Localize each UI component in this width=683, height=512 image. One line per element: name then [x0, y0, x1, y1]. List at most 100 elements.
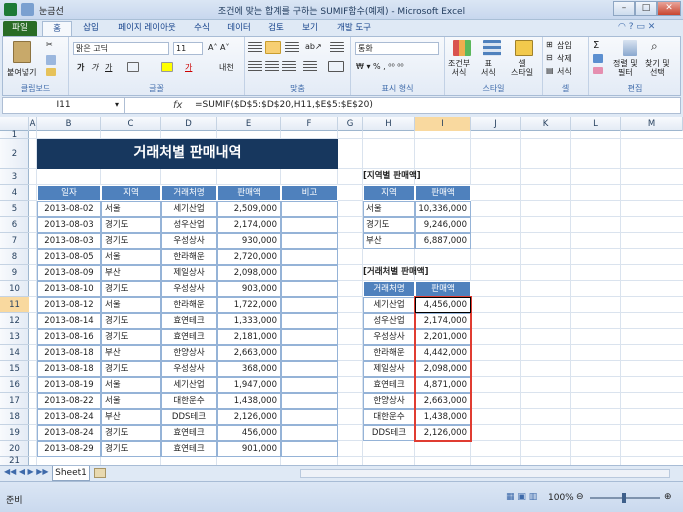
client-summary-title[interactable]: [거래처별 판매액]	[363, 265, 471, 281]
help-icon[interactable]: ◠ ? ▭ ✕	[618, 22, 655, 32]
main-cell-amount[interactable]: 2,663,000	[217, 345, 281, 361]
region-cell-name[interactable]: 경기도	[363, 217, 415, 233]
client-cell-name[interactable]: DDS테크	[363, 425, 415, 441]
main-cell-note[interactable]	[281, 425, 338, 441]
horizontal-scrollbar[interactable]	[300, 469, 670, 478]
format-as-table-button[interactable]: 표 서식	[481, 59, 496, 77]
minimize-button[interactable]: –	[613, 1, 635, 16]
main-cell-amount[interactable]: 1,722,000	[217, 297, 281, 313]
main-cell-note[interactable]	[281, 265, 338, 281]
main-cell-amount[interactable]: 2,098,000	[217, 265, 281, 281]
row-header-4[interactable]: 4	[0, 185, 29, 201]
row-header-20[interactable]: 20	[0, 441, 29, 457]
main-cell-date[interactable]: 2013-08-29	[37, 441, 101, 457]
main-cell-note[interactable]	[281, 361, 338, 377]
region-cell-amount[interactable]: 9,246,000	[415, 217, 471, 233]
main-cell-region[interactable]: 경기도	[101, 329, 161, 345]
name-box-dropdown-icon[interactable]: ▾	[115, 100, 119, 109]
report-title[interactable]: 거래처별 판매내역	[37, 139, 338, 169]
column-header-f[interactable]: F	[281, 117, 338, 131]
main-table-header[interactable]: 판매액	[217, 185, 281, 201]
tab-insert[interactable]: 삽입	[76, 21, 106, 36]
cell-styles-icon[interactable]	[515, 40, 533, 56]
client-cell-name[interactable]: 성우산업	[363, 313, 415, 329]
sheet-nav-arrows-icon[interactable]: ◀◀ ◀ ▶ ▶▶	[4, 467, 49, 476]
main-cell-note[interactable]	[281, 297, 338, 313]
new-sheet-icon[interactable]	[94, 468, 106, 478]
main-cell-region[interactable]: 경기도	[101, 313, 161, 329]
paste-label[interactable]: 붙여넣기	[7, 67, 36, 78]
row-header-2[interactable]: 2	[0, 139, 29, 169]
align-right-icon[interactable]	[282, 61, 296, 72]
main-cell-client[interactable]: 한라해운	[161, 297, 217, 313]
main-cell-date[interactable]: 2013-08-10	[37, 281, 101, 297]
region-table-header[interactable]: 지역	[363, 185, 415, 201]
main-cell-region[interactable]: 부산	[101, 409, 161, 425]
region-cell-name[interactable]: 부산	[363, 233, 415, 249]
column-header-c[interactable]: C	[101, 117, 161, 131]
row-header-12[interactable]: 12	[0, 313, 29, 329]
format-painter-icon[interactable]	[46, 68, 56, 76]
main-cell-note[interactable]	[281, 329, 338, 345]
main-cell-region[interactable]: 서울	[101, 297, 161, 313]
main-cell-amount[interactable]: 1,333,000	[217, 313, 281, 329]
conditional-format-icon[interactable]	[453, 40, 471, 56]
align-center-icon[interactable]	[265, 61, 279, 72]
region-cell-amount[interactable]: 10,336,000	[415, 201, 471, 217]
formula-input[interactable]: =SUMIF($D$5:$D$20,H11,$E$5:$E$20)	[195, 98, 373, 113]
bold-button[interactable]: 가	[77, 62, 84, 73]
tab-file[interactable]: 파일	[3, 21, 37, 36]
main-cell-date[interactable]: 2013-08-18	[37, 361, 101, 377]
region-table-header[interactable]: 판매액	[415, 185, 471, 201]
phonetic-icon[interactable]: 내천	[219, 62, 234, 73]
column-header-e[interactable]: E	[217, 117, 281, 131]
font-color-button[interactable]: 가	[185, 62, 192, 73]
main-cell-amount[interactable]: 2,126,000	[217, 409, 281, 425]
zoom-slider-thumb[interactable]	[622, 493, 626, 503]
main-cell-date[interactable]: 2013-08-16	[37, 329, 101, 345]
main-cell-date[interactable]: 2013-08-03	[37, 233, 101, 249]
grow-font-icon[interactable]: A˄ A˅	[208, 43, 230, 52]
main-cell-amount[interactable]: 368,000	[217, 361, 281, 377]
main-cell-client[interactable]: 세기산업	[161, 201, 217, 217]
main-cell-region[interactable]: 서울	[101, 377, 161, 393]
row-header-6[interactable]: 6	[0, 217, 29, 233]
border-icon[interactable]	[127, 62, 139, 72]
number-format-combo[interactable]: 통화	[355, 42, 439, 55]
column-header-g[interactable]: G	[338, 117, 363, 131]
row-header-16[interactable]: 16	[0, 377, 29, 393]
main-cell-client[interactable]: 한양상사	[161, 345, 217, 361]
align-left-icon[interactable]	[248, 61, 262, 72]
main-cell-date[interactable]: 2013-08-12	[37, 297, 101, 313]
main-cell-client[interactable]: 효연테크	[161, 425, 217, 441]
format-cells-button[interactable]: 서식	[557, 66, 572, 77]
column-header-b[interactable]: B	[37, 117, 101, 131]
main-cell-client[interactable]: DDS테크	[161, 409, 217, 425]
main-cell-client[interactable]: 효연테크	[161, 313, 217, 329]
row-header-13[interactable]: 13	[0, 329, 29, 345]
main-cell-note[interactable]	[281, 409, 338, 425]
sort-filter-icon[interactable]	[623, 40, 637, 56]
main-cell-client[interactable]: 대한운수	[161, 393, 217, 409]
main-cell-date[interactable]: 2013-08-24	[37, 409, 101, 425]
main-cell-date[interactable]: 2013-08-14	[37, 313, 101, 329]
tab-developer[interactable]: 개발 도구	[330, 21, 378, 36]
row-header-11[interactable]: 11	[0, 297, 29, 313]
row-header-19[interactable]: 19	[0, 425, 29, 441]
client-cell-name[interactable]: 세기산업	[363, 297, 415, 313]
insert-cells-button[interactable]: 삽입	[557, 40, 572, 51]
main-cell-date[interactable]: 2013-08-09	[37, 265, 101, 281]
main-cell-client[interactable]: 우성상사	[161, 361, 217, 377]
row-header-14[interactable]: 14	[0, 345, 29, 361]
main-table-header[interactable]: 일자	[37, 185, 101, 201]
main-cell-client[interactable]: 우성상사	[161, 281, 217, 297]
column-header-m[interactable]: M	[621, 117, 683, 131]
main-cell-amount[interactable]: 456,000	[217, 425, 281, 441]
main-cell-note[interactable]	[281, 377, 338, 393]
format-table-icon[interactable]	[483, 40, 501, 56]
delete-cells-icon[interactable]: ⊟	[546, 53, 553, 62]
align-bottom-icon[interactable]	[285, 42, 299, 53]
italic-button[interactable]: 가	[91, 62, 98, 73]
row-header-1[interactable]: 1	[0, 131, 29, 139]
client-cell-name[interactable]: 한양상사	[363, 393, 415, 409]
